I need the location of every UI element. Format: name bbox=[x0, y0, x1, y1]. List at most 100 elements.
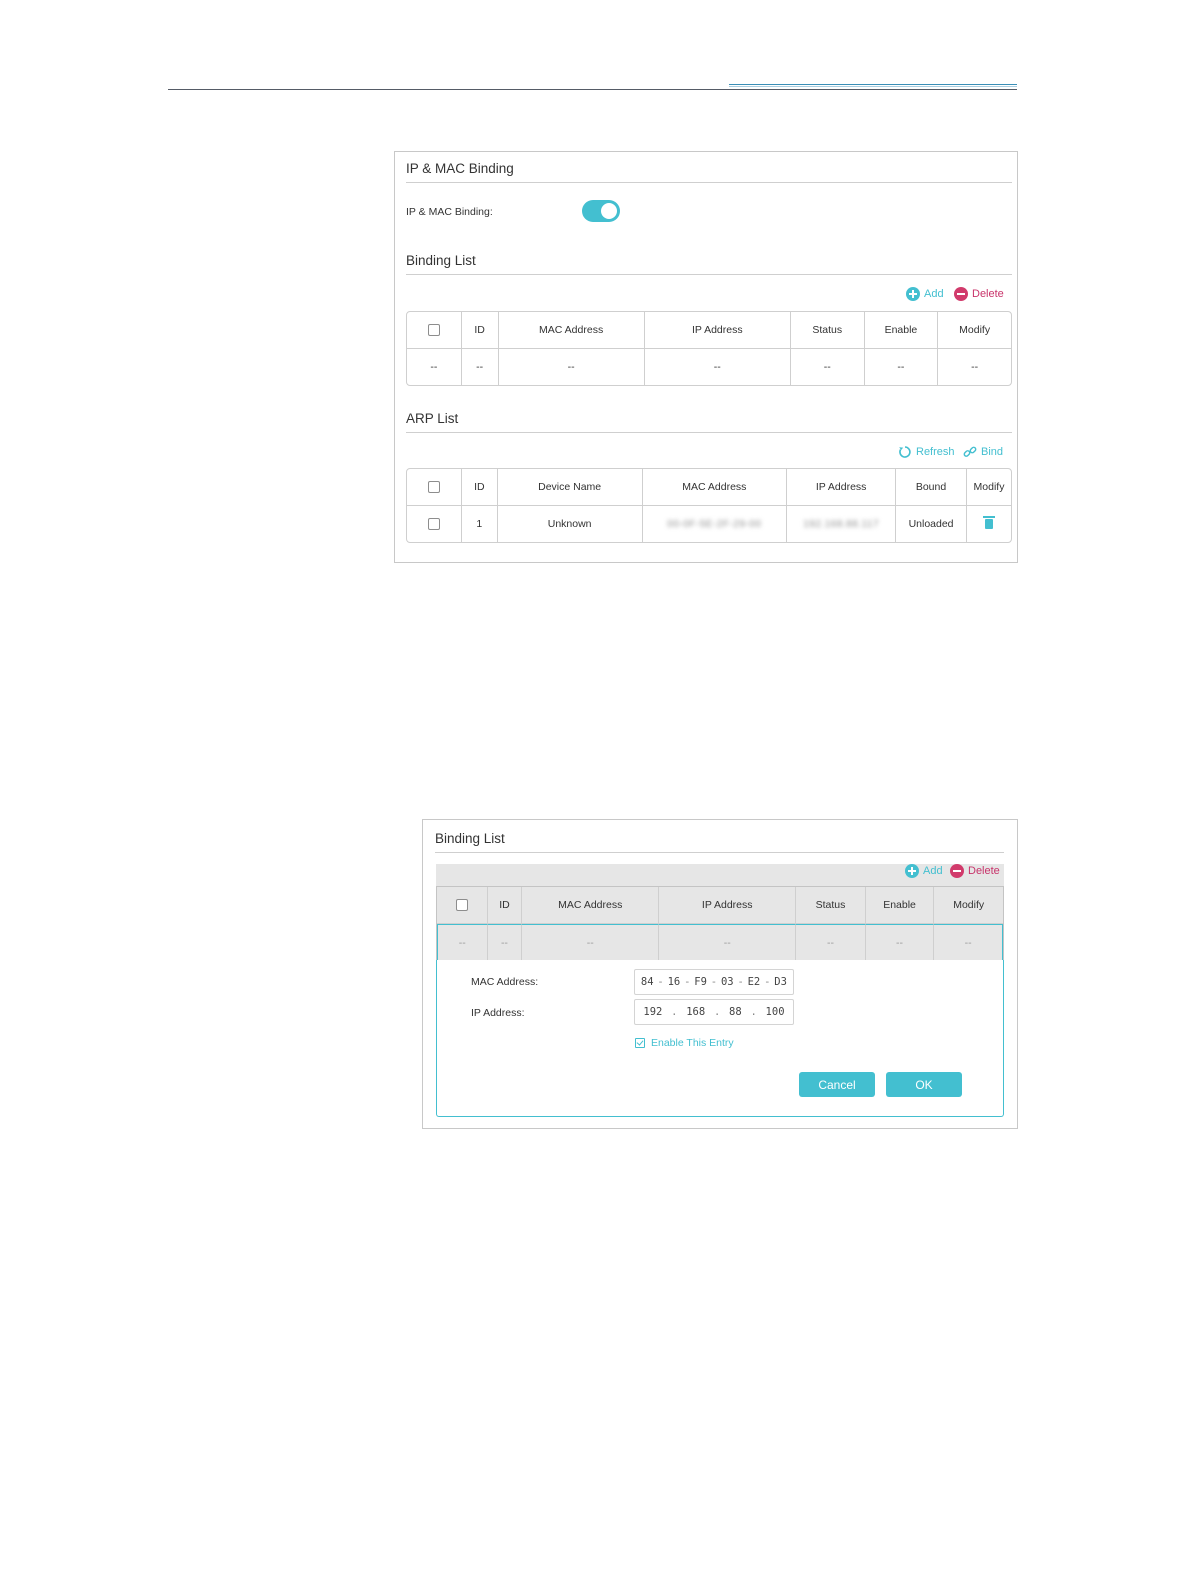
blurred-ip-address: 192.168.88.117 bbox=[803, 519, 880, 530]
table-cell: Unknown bbox=[498, 506, 643, 542]
select-all-checkbox[interactable] bbox=[427, 481, 440, 494]
table-cell: Unloaded bbox=[896, 506, 967, 542]
enable-entry-checkbox-row[interactable]: Enable This Entry bbox=[635, 1037, 734, 1049]
table-cell: -- bbox=[462, 349, 499, 385]
column-header: IP Address bbox=[644, 312, 791, 349]
bind-label: Bind bbox=[981, 446, 1004, 458]
select-all-cell bbox=[407, 312, 462, 349]
mac-octet[interactable]: F9 bbox=[694, 976, 707, 988]
column-header: Modify bbox=[938, 312, 1011, 349]
table-cell: 1 bbox=[462, 506, 498, 542]
ip-octet[interactable]: 88 bbox=[729, 1006, 742, 1018]
column-header: Enable bbox=[865, 887, 935, 924]
blurred-mac-address: 00-0F-5E-2F-29-00 bbox=[667, 519, 762, 530]
table-header-row: ID MAC Address IP Address Status Enable … bbox=[407, 312, 1011, 349]
table-cell: -- bbox=[522, 924, 660, 960]
binding-list-title: Binding List bbox=[406, 253, 476, 268]
add-label: Add bbox=[924, 288, 944, 300]
add-icon bbox=[906, 287, 920, 301]
mac-octet[interactable]: 03 bbox=[721, 976, 734, 988]
mac-octet[interactable]: 84 bbox=[641, 976, 654, 988]
column-header: Enable bbox=[864, 312, 939, 349]
table-row-editing: -- -- -- -- -- -- -- bbox=[437, 924, 1003, 960]
enable-entry-label: Enable This Entry bbox=[651, 1037, 734, 1049]
ip-address-field[interactable]: 192. 168. 88. 100 bbox=[634, 999, 794, 1025]
ip-octet[interactable]: 100 bbox=[766, 1006, 785, 1018]
table-cell: -- bbox=[487, 924, 523, 960]
separator: - bbox=[710, 976, 718, 988]
mac-address-field[interactable]: 84- 16- F9- 03- E2- D3 bbox=[634, 969, 794, 995]
table-cell: -- bbox=[971, 361, 979, 373]
column-header: Status bbox=[796, 887, 866, 924]
add-button[interactable]: Add bbox=[905, 864, 943, 878]
refresh-button[interactable]: Refresh bbox=[898, 445, 955, 459]
column-header: IP Address bbox=[659, 887, 797, 924]
table-cell: -- bbox=[865, 924, 935, 960]
table-cell: 00-0F-5E-2F-29-00 bbox=[643, 506, 788, 542]
add-icon bbox=[905, 864, 919, 878]
table-cell: -- bbox=[407, 349, 462, 385]
binding-list-table: ID MAC Address IP Address Status Enable … bbox=[406, 311, 1012, 386]
column-header: ID bbox=[461, 312, 499, 349]
row-checkbox[interactable] bbox=[427, 518, 440, 531]
trash-icon[interactable] bbox=[983, 516, 995, 530]
page-header-rule bbox=[168, 89, 1017, 90]
toggle-knob bbox=[601, 203, 617, 219]
column-header: ID bbox=[487, 887, 523, 924]
separator: - bbox=[684, 976, 691, 988]
delete-icon bbox=[950, 864, 964, 878]
delete-button[interactable]: Delete bbox=[950, 864, 1000, 878]
ip-octet[interactable]: 192 bbox=[643, 1006, 662, 1018]
column-header: MAC Address bbox=[522, 887, 660, 924]
enable-entry-checkbox[interactable] bbox=[635, 1038, 645, 1049]
table-cell: -- bbox=[645, 349, 791, 385]
table-cell: -- bbox=[791, 349, 865, 385]
table-cell bbox=[967, 506, 1011, 542]
section-divider bbox=[435, 852, 1004, 853]
section-divider bbox=[406, 182, 1012, 183]
delete-icon bbox=[954, 287, 968, 301]
select-all-cell bbox=[407, 469, 462, 506]
ip-mac-binding-toggle-label: IP & MAC Binding: bbox=[406, 206, 493, 218]
add-button[interactable]: Add bbox=[906, 287, 944, 301]
cancel-button[interactable]: Cancel bbox=[799, 1072, 875, 1097]
mac-address-label: MAC Address: bbox=[471, 976, 539, 988]
section-divider bbox=[406, 274, 1012, 275]
delete-label: Delete bbox=[972, 288, 1004, 300]
refresh-icon bbox=[899, 446, 911, 458]
mac-octet[interactable]: 16 bbox=[668, 976, 681, 988]
table-cell: -- bbox=[437, 924, 488, 960]
ip-mac-binding-toggle[interactable] bbox=[582, 200, 620, 222]
table-cell: -- bbox=[934, 924, 1003, 960]
separator: . bbox=[671, 1006, 678, 1018]
separator: - bbox=[737, 976, 744, 988]
column-header: MAC Address bbox=[642, 469, 788, 506]
arp-list-title: ARP List bbox=[406, 411, 459, 426]
table-header-row: ID MAC Address IP Address Status Enable … bbox=[437, 887, 1003, 924]
page-header-accent-light bbox=[729, 86, 1017, 87]
ip-address-label: IP Address: bbox=[471, 1007, 525, 1019]
column-header: Status bbox=[790, 312, 865, 349]
separator: - bbox=[764, 976, 771, 988]
delete-button[interactable]: Delete bbox=[954, 287, 1004, 301]
mac-octet[interactable]: D3 bbox=[774, 976, 787, 988]
column-header: Modify bbox=[967, 469, 1011, 506]
select-all-checkbox[interactable] bbox=[427, 324, 440, 337]
ip-octet[interactable]: 168 bbox=[686, 1006, 705, 1018]
separator: . bbox=[750, 1006, 757, 1018]
select-all-cell bbox=[437, 887, 488, 924]
mac-octet[interactable]: E2 bbox=[748, 976, 761, 988]
bind-button[interactable]: Bind bbox=[963, 445, 1003, 459]
section-divider bbox=[406, 432, 1012, 433]
binding-list-title: Binding List bbox=[435, 831, 505, 846]
column-header: MAC Address bbox=[498, 312, 645, 349]
column-header: Device Name bbox=[497, 469, 643, 506]
column-header: Bound bbox=[896, 469, 967, 506]
select-all-checkbox[interactable] bbox=[455, 899, 468, 912]
table-row: 1 Unknown 00-0F-5E-2F-29-00 192.168.88.1… bbox=[407, 506, 1011, 542]
page-header-accent bbox=[729, 84, 1017, 85]
table-cell: 192.168.88.117 bbox=[787, 506, 897, 542]
column-header: IP Address bbox=[787, 469, 897, 506]
ok-button[interactable]: OK bbox=[886, 1072, 962, 1097]
delete-label: Delete bbox=[968, 865, 1000, 877]
